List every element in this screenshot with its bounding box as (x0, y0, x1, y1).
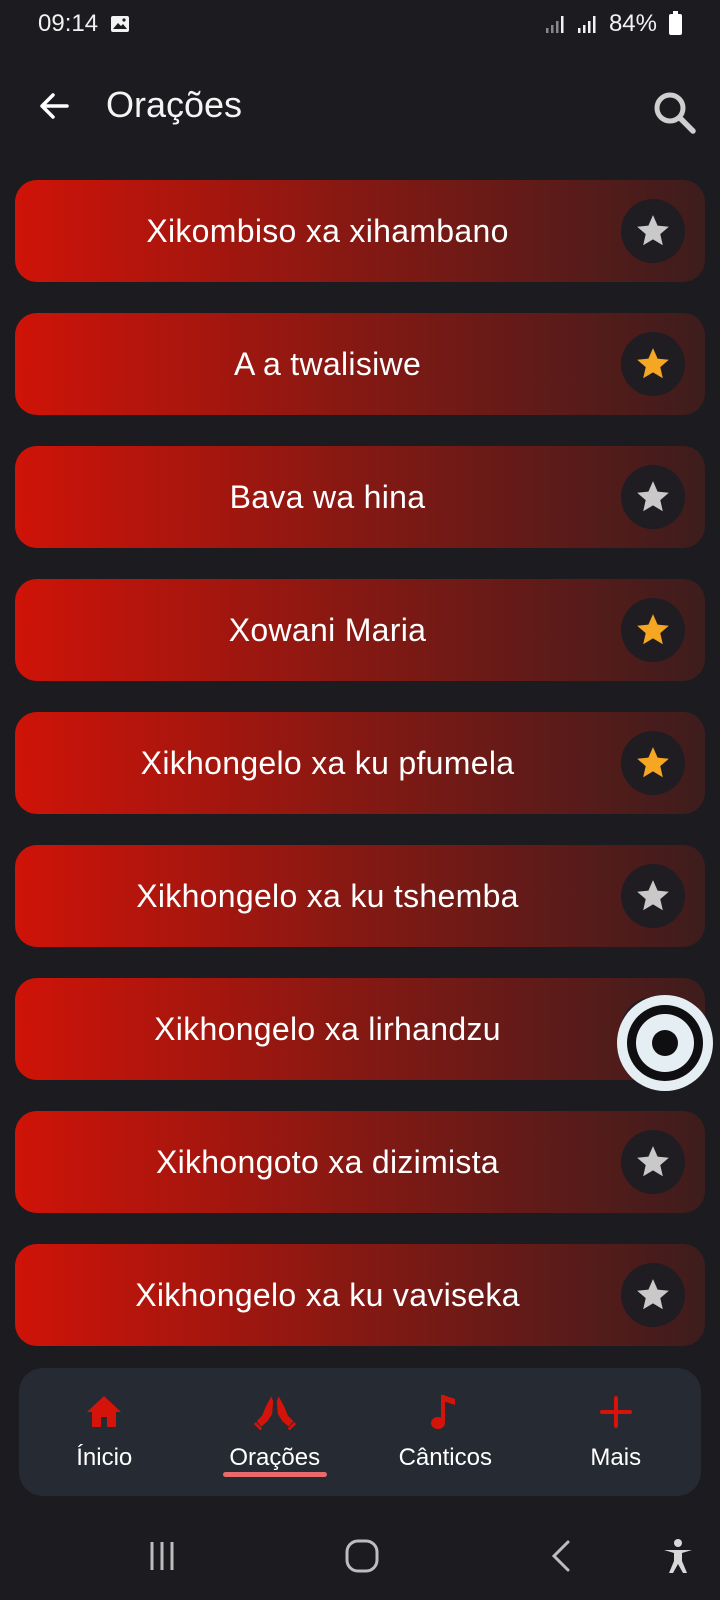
prayer-list-item[interactable]: Xikhongelo xa ku vaviseka (15, 1244, 705, 1346)
battery-percent: 84% (608, 10, 657, 37)
prayer-title: Xowani Maria (228, 611, 427, 648)
recent-apps-button[interactable] (140, 1534, 184, 1578)
star-icon (637, 747, 669, 778)
back-button[interactable] (34, 86, 74, 126)
star-icon (637, 348, 669, 379)
active-tab-indicator (222, 1472, 327, 1477)
chevron-left-icon (551, 1540, 570, 1572)
search-icon (654, 92, 696, 134)
recent-apps-icon (150, 1542, 174, 1570)
back-system-button[interactable] (540, 1534, 584, 1578)
favorite-star-button[interactable] (621, 731, 685, 795)
nav-label-mais: Mais (590, 1444, 642, 1471)
touch-ring (627, 1005, 703, 1081)
star-icon (637, 880, 669, 911)
prayer-title: Xikhongelo xa ku vaviseka (135, 1276, 520, 1313)
favorite-star-button[interactable] (621, 598, 685, 662)
prayer-title: Xikhongelo xa lirhandzu (154, 1010, 501, 1047)
prayer-title: Xikombiso xa xihambano (146, 212, 509, 249)
favorite-star-button[interactable] (621, 465, 685, 529)
prayer-title: Bava wa hina (229, 478, 426, 515)
nav-label-inicio: Ínicio (76, 1444, 133, 1471)
prayer-list-item[interactable]: Xikhongelo xa ku pfumela (15, 712, 705, 814)
star-icon (637, 481, 669, 512)
prayer-list-item[interactable]: Xikhongoto xa dizimista (15, 1111, 705, 1213)
prayer-title: Xikhongelo xa ku tshemba (136, 877, 519, 914)
nav-item-oracoes[interactable]: Orações (190, 1368, 361, 1496)
prayer-list-item[interactable]: Xikombiso xa xihambano (15, 180, 705, 282)
home-circle-icon (345, 1539, 379, 1573)
star-icon (637, 1146, 669, 1177)
bottom-nav: Ínicio Orações Cânticos Mais (19, 1368, 701, 1496)
app-bar: Orações (0, 64, 720, 150)
signal-icon-2 (577, 16, 596, 33)
prayer-list-item[interactable]: Xikhongelo xa ku tshemba (15, 845, 705, 947)
accessibility-button[interactable] (656, 1534, 700, 1578)
touch-indicator (617, 995, 713, 1091)
prayer-list: Xikombiso xa xihambano A a twalisiwe Bava … (15, 180, 705, 1377)
prayer-list-item[interactable]: Xowani Maria (15, 579, 705, 681)
search-button[interactable] (652, 90, 702, 140)
nav-item-mais[interactable]: Mais (531, 1368, 702, 1496)
arrow-left-icon (40, 93, 69, 119)
nav-label-oracoes: Orações (229, 1444, 321, 1471)
star-icon (637, 1279, 669, 1310)
music-note-icon (423, 1390, 467, 1434)
page-title: Orações (106, 84, 243, 125)
status-right: 84% (545, 10, 682, 38)
favorite-star-button[interactable] (621, 199, 685, 263)
prayer-title: Xikhongelo xa ku pfumela (140, 744, 515, 781)
home-system-button[interactable] (340, 1534, 384, 1578)
status-time: 09:14 (38, 10, 99, 37)
status-left: 09:14 (38, 10, 130, 38)
touch-dot (652, 1030, 678, 1056)
accessibility-icon (664, 1539, 692, 1573)
gallery-notification-icon (111, 16, 130, 32)
home-icon (82, 1390, 126, 1434)
plus-icon (594, 1390, 638, 1434)
favorite-star-button[interactable] (621, 1263, 685, 1327)
star-icon (637, 215, 669, 246)
prayer-title: Xikhongoto xa dizimista (155, 1143, 500, 1180)
star-icon (637, 614, 669, 645)
nav-item-canticos[interactable]: Cânticos (360, 1368, 531, 1496)
battery-icon (669, 10, 682, 35)
favorite-star-button[interactable] (621, 1130, 685, 1194)
status-bar: 09:14 84% (0, 0, 720, 48)
prayer-title: A a twalisiwe (233, 345, 422, 382)
prayer-list-item[interactable]: Xikhongelo xa lirhandzu (15, 978, 705, 1080)
nav-item-inicio[interactable]: Ínicio (19, 1368, 190, 1496)
prayer-list-item[interactable]: A a twalisiwe (15, 313, 705, 415)
favorite-star-button[interactable] (621, 864, 685, 928)
praying-hands-icon (253, 1390, 297, 1434)
signal-icon-1 (545, 16, 564, 33)
touch-ring-inner (636, 1014, 694, 1072)
prayer-list-item[interactable]: Bava wa hina (15, 446, 705, 548)
favorite-star-button[interactable] (621, 332, 685, 396)
nav-label-canticos: Cânticos (398, 1444, 492, 1471)
system-nav-bar (0, 1510, 720, 1600)
